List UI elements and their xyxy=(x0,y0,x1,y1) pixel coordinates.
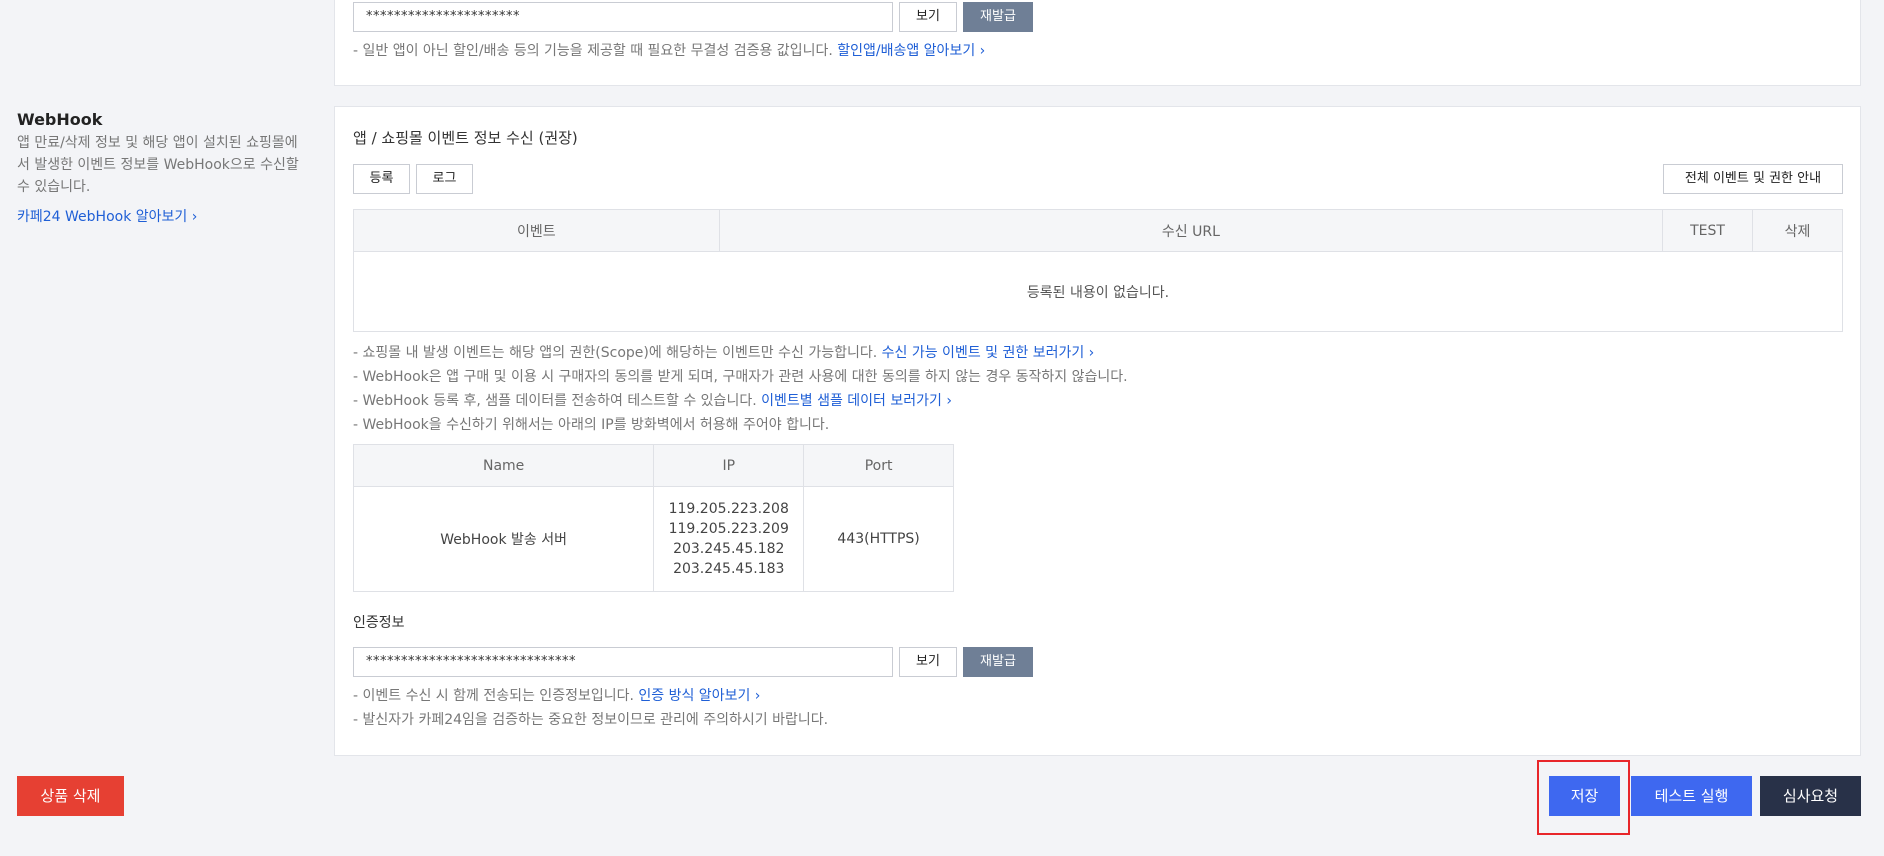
webhook-description: 앱 만료/삭제 정보 및 해당 앱이 설치된 쇼핑몰에서 발생한 이벤트 정보를… xyxy=(17,135,299,195)
view-secret-button[interactable]: 보기 xyxy=(899,2,957,32)
event-note-2-text: - WebHook은 앱 구매 및 이용 시 구매자의 동의를 받게 되며, 구… xyxy=(353,369,1128,385)
table-row: WebHook 발송 서버 119.205.223.208 119.205.22… xyxy=(352,486,954,592)
review-request-button[interactable]: 심사요청 xyxy=(1760,776,1861,816)
ip-4: 203.245.45.183 xyxy=(673,561,785,577)
event-note-1: - 쇼핑몰 내 발생 이벤트는 해당 앱의 권한(Scope)에 해당하는 이벤… xyxy=(353,342,1094,362)
sample-data-link[interactable]: 이벤트별 샘플 데이터 보러가기 › xyxy=(761,393,952,409)
auth-method-link[interactable]: 인증 방식 알아보기 › xyxy=(638,688,760,704)
secret-key-card: ********************** 보기 재발급 - 일반 앱이 아닌… xyxy=(334,0,1861,86)
test-run-button[interactable]: 테스트 실행 xyxy=(1631,776,1752,816)
port-value: 443(HTTPS) xyxy=(803,486,954,592)
ip-table-header: Name IP Port xyxy=(352,444,954,487)
webhook-title: WebHook xyxy=(17,110,103,129)
auth-key-field[interactable]: ****************************** xyxy=(353,647,893,677)
ip-table: Name IP Port WebHook 발송 서버 119.205.223.2… xyxy=(352,444,954,592)
auth-note-2: - 발신자가 카페24임을 검증하는 중요한 정보이므로 관리에 주의하시기 바… xyxy=(353,709,828,729)
all-events-button[interactable]: 전체 이벤트 및 권한 안내 xyxy=(1663,164,1843,194)
auth-note-1: - 이벤트 수신 시 함께 전송되는 인증정보입니다. 인증 방식 알아보기 › xyxy=(353,685,760,705)
event-table: 이벤트 수신 URL TEST 삭제 등록된 내용이 없습니다. xyxy=(353,209,1843,332)
col-event: 이벤트 xyxy=(353,209,720,252)
ip-2: 119.205.223.209 xyxy=(668,521,789,537)
col-name: Name xyxy=(352,444,655,487)
webhook-guide-link[interactable]: 카페24 WebHook 알아보기 › xyxy=(17,206,197,226)
col-url: 수신 URL xyxy=(718,209,1664,252)
col-ip: IP xyxy=(653,444,805,487)
log-button[interactable]: 로그 xyxy=(416,164,473,194)
delete-product-button[interactable]: 상품 삭제 xyxy=(17,776,124,816)
reissue-auth-button[interactable]: 재발급 xyxy=(963,647,1033,677)
event-note-4-text: - WebHook을 수신하기 위해서는 아래의 IP를 방화벽에서 허용해 주… xyxy=(353,417,830,433)
secret-note: - 일반 앱이 아닌 할인/배송 등의 기능을 제공할 때 필요한 무결성 검증… xyxy=(353,40,985,60)
event-section-title: 앱 / 쇼핑몰 이벤트 정보 수신 (권장) xyxy=(353,129,578,147)
view-auth-button[interactable]: 보기 xyxy=(899,647,957,677)
reissue-secret-button[interactable]: 재발급 xyxy=(963,2,1033,32)
col-test: TEST xyxy=(1662,209,1754,252)
event-note-2: - WebHook은 앱 구매 및 이용 시 구매자의 동의를 받게 되며, 구… xyxy=(353,366,1128,386)
table-row: 등록된 내용이 없습니다. xyxy=(353,251,1843,332)
event-scope-link[interactable]: 수신 가능 이벤트 및 권한 보러가기 › xyxy=(882,345,1095,361)
col-port: Port xyxy=(803,444,954,487)
auth-note-1-text: - 이벤트 수신 시 함께 전송되는 인증정보입니다. xyxy=(353,688,634,704)
register-button[interactable]: 등록 xyxy=(353,164,410,194)
empty-message: 등록된 내용이 없습니다. xyxy=(353,251,1843,332)
secret-note-text: - 일반 앱이 아닌 할인/배송 등의 기능을 제공할 때 필요한 무결성 검증… xyxy=(353,43,833,59)
event-note-4: - WebHook을 수신하기 위해서는 아래의 IP를 방화벽에서 허용해 주… xyxy=(353,414,829,434)
webhook-card: 앱 / 쇼핑몰 이벤트 정보 수신 (권장) 등록 로그 전체 이벤트 및 권한… xyxy=(334,106,1861,756)
auth-note-2-text: - 발신자가 카페24임을 검증하는 중요한 정보이므로 관리에 주의하시기 바… xyxy=(353,712,829,728)
secret-key-field[interactable]: ********************** xyxy=(353,2,893,32)
discount-app-link[interactable]: 할인앱/배송앱 알아보기 › xyxy=(837,43,985,59)
server-name: WebHook 발송 서버 xyxy=(352,486,655,592)
save-button[interactable]: 저장 xyxy=(1549,776,1620,816)
ip-1: 119.205.223.208 xyxy=(668,501,789,517)
event-table-header: 이벤트 수신 URL TEST 삭제 xyxy=(353,209,1843,252)
col-delete: 삭제 xyxy=(1752,209,1843,252)
event-note-3: - WebHook 등록 후, 샘플 데이터를 전송하여 테스트할 수 있습니다… xyxy=(353,390,952,410)
ip-list: 119.205.223.208 119.205.223.209 203.245.… xyxy=(653,486,805,592)
ip-3: 203.245.45.182 xyxy=(673,541,785,557)
event-note-3-text: - WebHook 등록 후, 샘플 데이터를 전송하여 테스트할 수 있습니다… xyxy=(353,393,757,409)
event-note-1-text: - 쇼핑몰 내 발생 이벤트는 해당 앱의 권한(Scope)에 해당하는 이벤… xyxy=(353,345,878,361)
auth-title: 인증정보 xyxy=(353,615,405,631)
